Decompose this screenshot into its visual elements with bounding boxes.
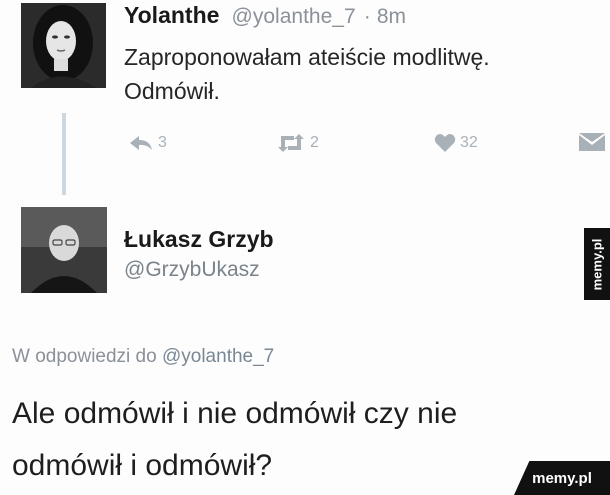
reply-author-handle[interactable]: @GrzybUkasz [124, 258, 260, 282]
retweet-icon [278, 134, 304, 152]
in-reply-to: W odpowiedzi do @yolanthe_7 [12, 346, 274, 368]
reply-author-name[interactable]: Łukasz Grzyb [124, 226, 274, 253]
avatar-lukasz-grzyb[interactable] [21, 207, 107, 293]
side-watermark: memy.pl [584, 228, 610, 300]
tweet-text: Zaproponowałam ateiście modlitwę. Odmówi… [124, 40, 610, 108]
tweet-actions: 3 2 32 [0, 133, 610, 161]
corner-watermark: memy.pl [514, 461, 610, 495]
reply-text: Ale odmówił i nie odmówił czy nie odmówi… [12, 388, 602, 492]
tweet-header: Yolanthe @yolanthe_7 · 8m [124, 2, 406, 29]
author-handle[interactable]: @yolanthe_7 [232, 5, 356, 28]
tweet-screenshot: Yolanthe @yolanthe_7 · 8m Zaproponowałam… [0, 0, 610, 495]
reply-text-line: Ale odmówił i nie odmówił czy nie [12, 397, 458, 430]
like-count: 32 [460, 134, 478, 151]
in-reply-to-label: W odpowiedzi do [12, 346, 157, 367]
reply-button[interactable]: 3 [128, 133, 167, 153]
direct-message-button[interactable] [578, 133, 606, 153]
tweet-text-line: Zaproponowałam ateiście modlitwę. [124, 44, 490, 70]
retweet-count: 2 [310, 134, 319, 151]
envelope-icon [579, 133, 605, 151]
retweet-button[interactable]: 2 [276, 133, 319, 153]
header-separator: · [363, 5, 371, 28]
reply-count: 3 [158, 134, 167, 151]
tweet-time[interactable]: 8m [377, 5, 406, 28]
like-button[interactable]: 32 [434, 133, 478, 153]
tweet-text-line: Odmówił. [124, 78, 220, 104]
reply-text-line: odmówił i odmówił? [12, 449, 273, 482]
author-name[interactable]: Yolanthe [124, 2, 219, 28]
reply-icon [130, 136, 152, 150]
in-reply-to-mention[interactable]: @yolanthe_7 [162, 346, 274, 367]
side-watermark-text: memy.pl [589, 238, 605, 290]
avatar-yolanthe[interactable] [21, 3, 106, 88]
heart-icon [434, 134, 456, 152]
